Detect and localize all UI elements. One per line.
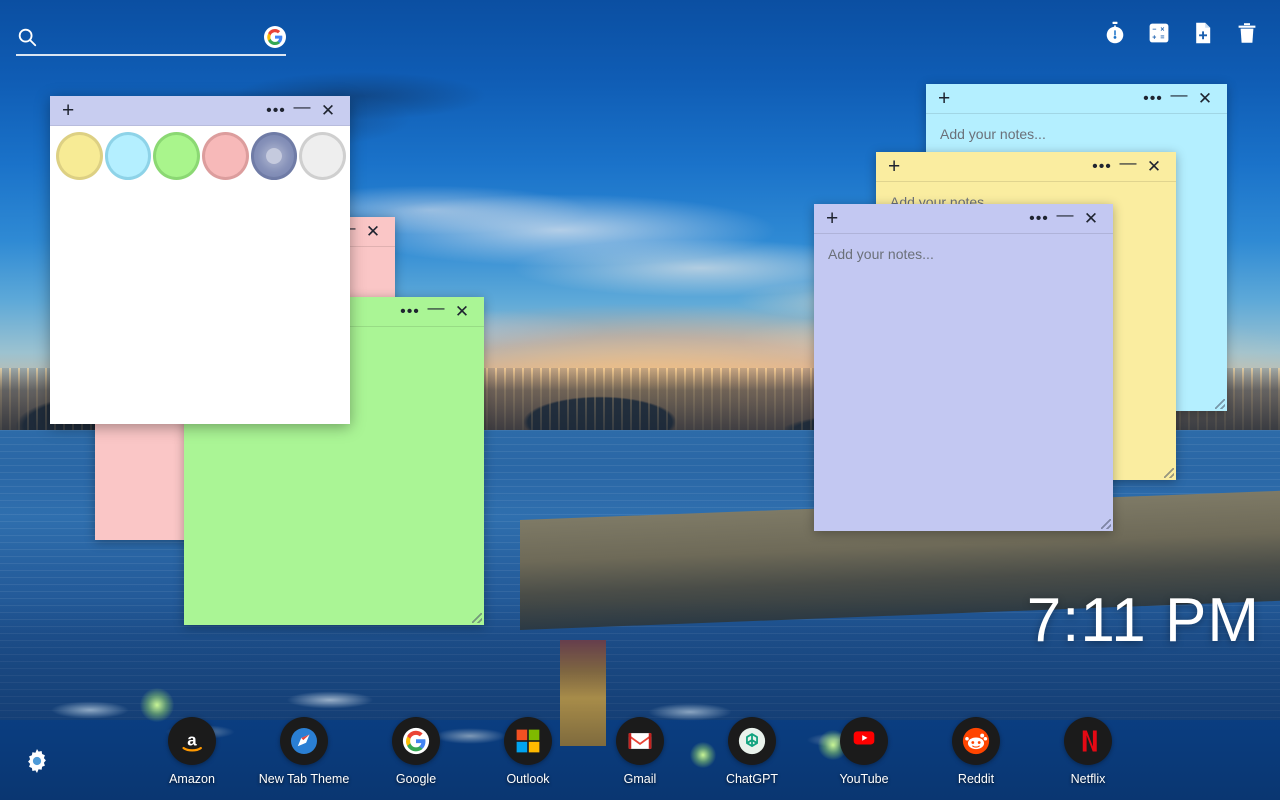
dock-item-label: YouTube: [839, 772, 889, 786]
minimize-icon[interactable]: —: [1167, 86, 1191, 111]
new-note-icon[interactable]: [1190, 20, 1216, 46]
add-note-button[interactable]: +: [62, 100, 82, 121]
dock-item-reddit[interactable]: Reddit: [920, 717, 1032, 786]
minimize-icon[interactable]: —: [424, 299, 448, 324]
new-tab-theme-icon[interactable]: [280, 717, 328, 765]
settings-gear-icon[interactable]: [25, 749, 49, 773]
dock-item-label: ChatGPT: [725, 772, 779, 786]
more-options-icon[interactable]: •••: [264, 99, 288, 123]
more-options-icon[interactable]: •••: [398, 300, 422, 324]
swatch-periwinkle[interactable]: [250, 132, 298, 180]
close-icon[interactable]: ✕: [361, 220, 385, 244]
color-swatch-row: [50, 126, 350, 186]
search-bar[interactable]: [16, 20, 286, 56]
swatch-green[interactable]: [153, 132, 201, 180]
youtube-icon[interactable]: [840, 717, 888, 765]
amazon-icon[interactable]: a: [168, 717, 216, 765]
more-options-icon[interactable]: •••: [1027, 207, 1051, 231]
dock-item-amazon[interactable]: a Amazon: [136, 717, 248, 786]
close-icon[interactable]: ✕: [1193, 87, 1217, 111]
note-text-area[interactable]: Add your notes...: [814, 234, 1113, 531]
netflix-icon[interactable]: [1064, 717, 1112, 765]
dock-item-google[interactable]: Google: [360, 717, 472, 786]
dock-item-label: Gmail: [623, 772, 657, 786]
desktop: − × + = + ••• — ✕ Add your notes... + ••• — ✕ Add y…: [0, 0, 1280, 800]
dock-item-label: Outlook: [506, 772, 550, 786]
close-icon[interactable]: ✕: [316, 99, 340, 123]
gmail-icon[interactable]: [616, 717, 664, 765]
picker-title-bar[interactable]: + ••• — ✕: [50, 96, 350, 126]
calculator-icon[interactable]: − × + =: [1146, 20, 1172, 46]
dock-item-chatgpt[interactable]: ChatGPT: [696, 717, 808, 786]
dock-item-new-tab-theme[interactable]: New Tab Theme: [248, 717, 360, 786]
more-options-icon[interactable]: •••: [1090, 155, 1114, 179]
minimize-icon[interactable]: —: [1116, 154, 1140, 179]
timer-icon[interactable]: [1102, 20, 1128, 46]
resize-handle[interactable]: [1101, 519, 1111, 529]
more-options-icon[interactable]: •••: [1141, 87, 1165, 111]
dock-item-label: Reddit: [957, 772, 995, 786]
reddit-icon[interactable]: [952, 717, 1000, 765]
dock: a Amazon New Tab Theme Google Outlook Gm…: [0, 717, 1280, 786]
resize-handle[interactable]: [1164, 468, 1174, 478]
dock-item-outlook[interactable]: Outlook: [472, 717, 584, 786]
svg-text:×: ×: [1160, 27, 1164, 34]
chatgpt-icon[interactable]: [728, 717, 776, 765]
swatch-pink[interactable]: [202, 132, 249, 180]
resize-handle[interactable]: [472, 613, 482, 623]
color-picker-window[interactable]: + ••• — ✕: [50, 96, 350, 424]
dock-item-netflix[interactable]: Netflix: [1032, 717, 1144, 786]
close-icon[interactable]: ✕: [1079, 207, 1103, 231]
top-toolbar: − × + =: [1102, 20, 1260, 46]
clock: 7:11 PM: [1026, 586, 1260, 655]
swatch-yellow[interactable]: [56, 132, 103, 180]
svg-text:+: +: [1152, 34, 1156, 41]
dock-item-label: Google: [395, 772, 437, 786]
google-g-icon[interactable]: [264, 26, 286, 48]
note-window-periwinkle[interactable]: + ••• — ✕ Add your notes...: [814, 204, 1113, 531]
search-icon: [16, 26, 38, 48]
search-input[interactable]: [46, 24, 256, 50]
picker-body: [50, 186, 350, 424]
add-note-button[interactable]: +: [826, 208, 846, 229]
google-icon[interactable]: [392, 717, 440, 765]
add-note-button[interactable]: +: [938, 88, 958, 109]
svg-text:−: −: [1152, 27, 1156, 34]
note-title-bar[interactable]: + •••—✕: [926, 84, 1227, 114]
svg-text:a: a: [187, 731, 197, 750]
note-title-bar[interactable]: + •••—✕: [876, 152, 1176, 182]
resize-handle[interactable]: [1215, 399, 1225, 409]
swatch-cyan[interactable]: [104, 132, 152, 180]
dock-item-gmail[interactable]: Gmail: [584, 717, 696, 786]
svg-text:=: =: [1160, 34, 1164, 41]
swatch-white[interactable]: [299, 132, 347, 180]
add-note-button[interactable]: +: [888, 156, 908, 177]
note-title-bar[interactable]: + •••—✕: [814, 204, 1113, 234]
outlook-icon[interactable]: [504, 717, 552, 765]
minimize-icon[interactable]: —: [1053, 206, 1077, 231]
minimize-icon[interactable]: —: [290, 98, 314, 123]
trash-icon[interactable]: [1234, 20, 1260, 46]
dock-item-label: New Tab Theme: [258, 772, 350, 786]
dock-item-label: Amazon: [169, 772, 215, 786]
dock-item-label: Netflix: [1070, 772, 1106, 786]
close-icon[interactable]: ✕: [450, 300, 474, 324]
dock-item-youtube[interactable]: YouTube: [808, 717, 920, 786]
close-icon[interactable]: ✕: [1142, 155, 1166, 179]
